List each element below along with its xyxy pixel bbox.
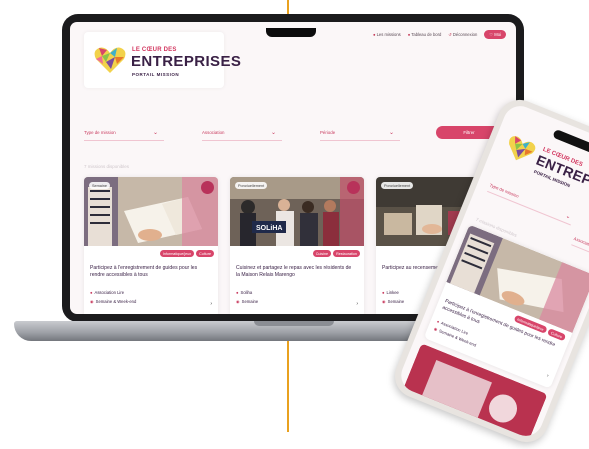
camera-notch xyxy=(266,28,316,37)
top-navigation: ●Les missions ●Tableau de bord ↺Déconnex… xyxy=(373,30,506,39)
mission-title: Participez à l'enregistrement de guides … xyxy=(90,265,198,278)
mission-card[interactable]: SOLiHA Ponctuellement Cuisine Restaurati… xyxy=(230,177,364,314)
calendar-icon: ◉ xyxy=(382,299,386,304)
mission-organization: ● Linkee xyxy=(382,290,399,295)
period-select[interactable]: Période ⌄ xyxy=(320,126,400,141)
user-icon: ● xyxy=(90,290,93,295)
mission-schedule: ◉ Semaine xyxy=(236,299,259,304)
chevron-down-icon: ⌄ xyxy=(388,130,394,136)
user-icon: ● xyxy=(373,32,376,37)
mission-photo: Semaine xyxy=(84,177,218,246)
tag: Informatique/jeux xyxy=(159,250,195,257)
logo-title: ENTREPRISES xyxy=(533,151,589,205)
chevron-right-icon[interactable]: › xyxy=(210,301,212,307)
svg-text:SOLiHA: SOLiHA xyxy=(256,225,282,232)
heart-mosaic-icon xyxy=(94,47,126,73)
tag: Culture xyxy=(196,250,214,257)
mission-schedule: ◉Semaine & Week-end xyxy=(90,299,137,304)
frequency-pill: Ponctuellement xyxy=(235,182,268,189)
tag-list: Informatique/jeux Culture xyxy=(159,250,214,257)
missions-count: 7 missions disponibles xyxy=(84,164,130,169)
profile-button[interactable]: ♡ Moi xyxy=(484,30,506,39)
mission-type-select[interactable]: Type de mission ⌄ xyxy=(84,126,164,141)
calendar-icon: ◉ xyxy=(433,326,439,333)
logout-icon: ↺ xyxy=(448,32,452,37)
dashboard-icon: ● xyxy=(407,32,411,37)
site-logo[interactable]: LE CŒUR DES ENTREPRISES PORTAIL MISSION xyxy=(84,32,241,88)
mission-title: Cuisinez et partagez le repas avec les r… xyxy=(236,265,352,278)
mission-photo: SOLiHA Ponctuellement xyxy=(230,177,364,246)
chevron-right-icon[interactable]: › xyxy=(546,373,550,379)
heart-icon: ♡ xyxy=(489,32,494,37)
mission-type-select[interactable]: Type de mission ⌄ xyxy=(487,179,576,226)
user-icon: ● xyxy=(236,290,239,295)
association-badge xyxy=(347,181,360,194)
logo-title: ENTREPRISES xyxy=(131,53,242,70)
tag: Restauration xyxy=(333,250,360,257)
nav-link-missions[interactable]: ●Les missions xyxy=(373,32,401,37)
nav-link-logout[interactable]: ↺Déconnexion xyxy=(448,32,477,37)
frequency-pill: Ponctuellement xyxy=(381,182,414,189)
association-select[interactable]: Association ⌄ xyxy=(202,126,282,141)
logo-tagline: PORTAIL MISSION xyxy=(132,72,180,77)
laptop-hinge xyxy=(254,321,334,326)
phone-notch xyxy=(552,128,589,155)
calendar-icon: ◉ xyxy=(90,299,94,304)
mission-organization: ●Association Lire xyxy=(90,290,125,295)
association-select[interactable]: Association xyxy=(571,233,589,261)
mission-card[interactable]: Semaine Informatique/jeux Culture Partic… xyxy=(84,177,218,314)
user-icon: ● xyxy=(382,290,385,295)
frequency-pill: Semaine xyxy=(89,182,110,189)
tag-list: Cuisine Restauration xyxy=(312,250,360,257)
heart-mosaic-icon xyxy=(509,136,536,161)
chevron-down-icon: ⌄ xyxy=(270,130,276,136)
chevron-right-icon[interactable]: › xyxy=(356,301,358,307)
association-badge xyxy=(201,181,214,194)
calendar-icon: ◉ xyxy=(236,299,240,304)
mission-schedule: ◉ Semaine xyxy=(382,299,405,304)
filter-bar: Type de mission ⌄ Association ⌄ Période … xyxy=(84,126,504,142)
nav-link-dashboard[interactable]: ●Tableau de bord xyxy=(408,32,442,37)
chevron-down-icon: ⌄ xyxy=(564,213,572,221)
mission-organization: ● Soliha xyxy=(236,290,253,295)
tag: Cuisine xyxy=(312,250,332,257)
tag: Culture xyxy=(547,328,567,342)
chevron-down-icon: ⌄ xyxy=(152,130,158,136)
